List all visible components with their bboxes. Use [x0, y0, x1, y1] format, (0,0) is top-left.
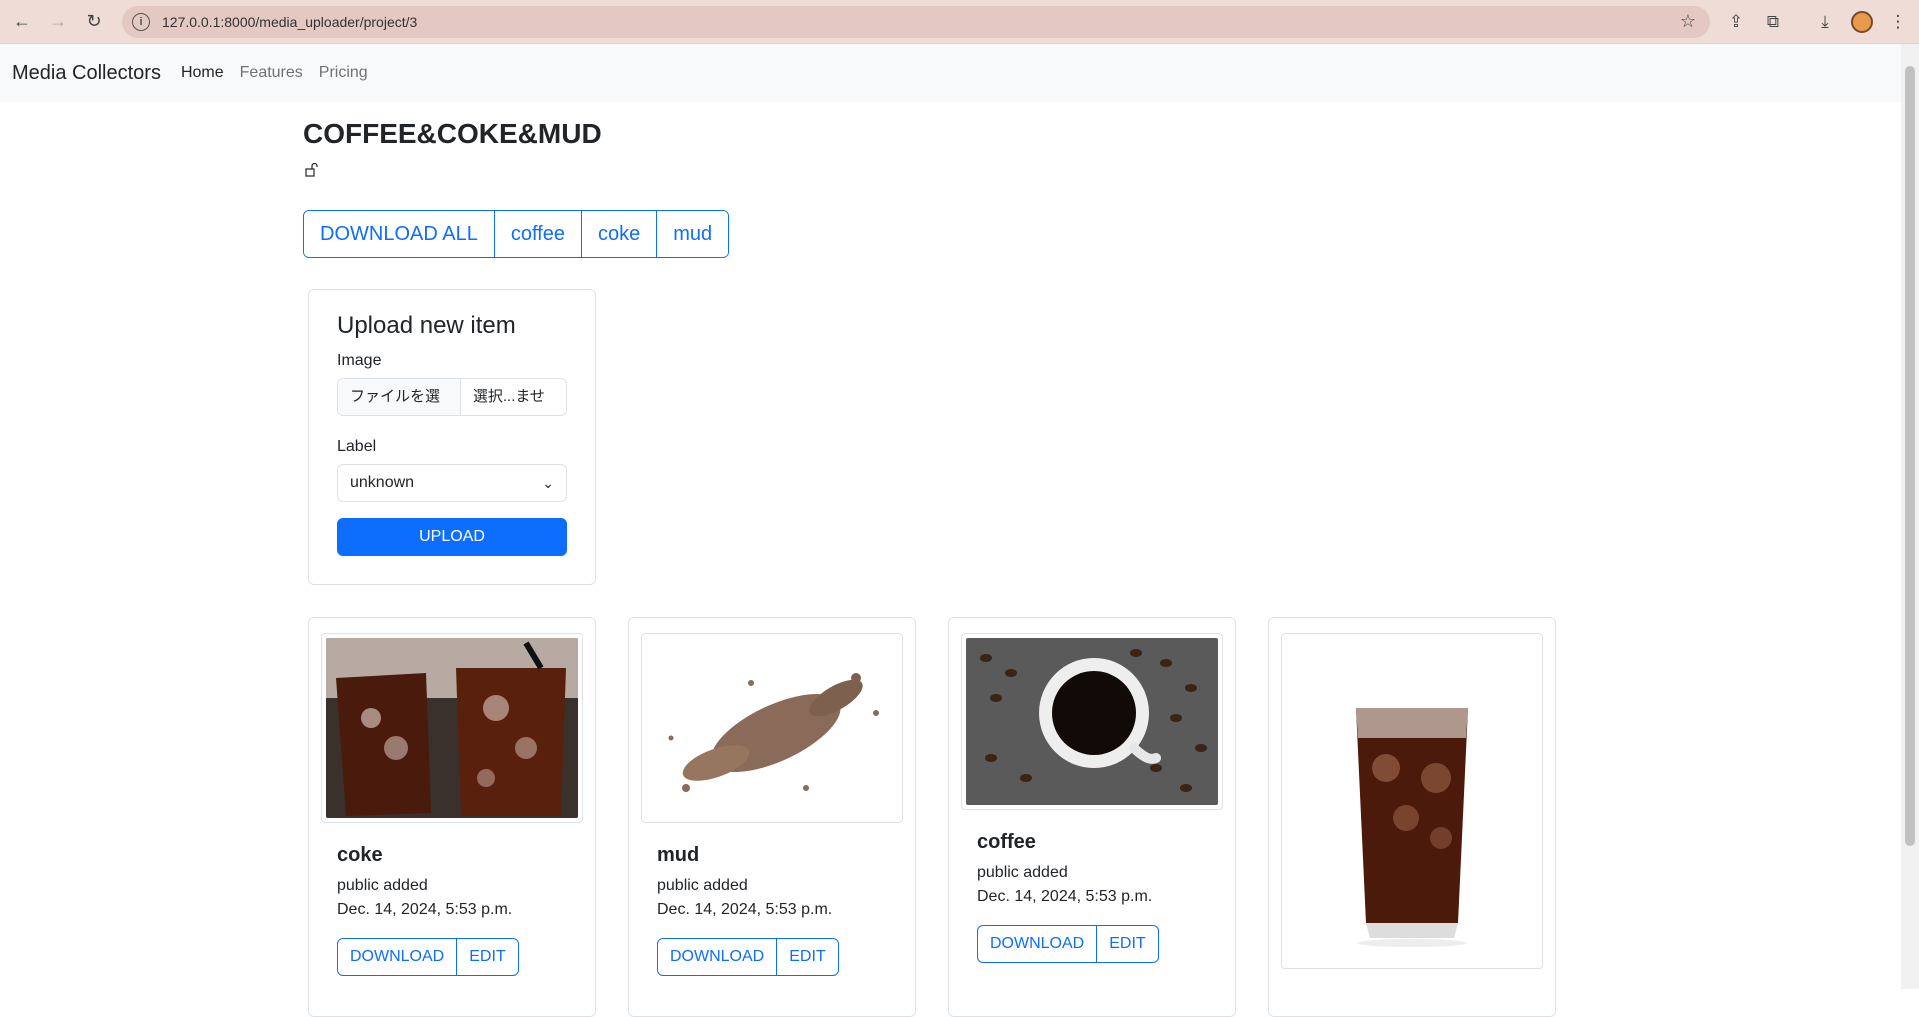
extensions-icon[interactable]: ⧉: [1760, 9, 1786, 35]
item-image[interactable]: [321, 633, 583, 823]
item-image[interactable]: [641, 633, 903, 823]
download-button[interactable]: DOWNLOAD: [658, 939, 778, 975]
item-visibility: public added: [657, 877, 748, 894]
filter-coke-button[interactable]: coke: [581, 211, 658, 257]
item-image[interactable]: [961, 633, 1223, 810]
item-image[interactable]: [1281, 633, 1543, 969]
url-text[interactable]: 127.0.0.1:8000/media_uploader/project/3: [162, 14, 417, 30]
bookmark-star-icon[interactable]: ☆: [1680, 11, 1696, 32]
item-actions: DOWNLOAD EDIT: [337, 938, 519, 976]
edit-button[interactable]: EDIT: [457, 939, 517, 975]
download-button[interactable]: DOWNLOAD: [978, 926, 1098, 962]
page-title: COFFEE&COKE&MUD: [303, 118, 602, 149]
item-date: Dec. 14, 2024, 5:53 p.m.: [337, 901, 513, 918]
download-icon[interactable]: ⤓: [1812, 9, 1838, 35]
file-input[interactable]: ファイルを選択 選択...ません: [337, 378, 567, 416]
coke-glasses-image: [326, 638, 578, 818]
label-select-value: unknown: [350, 474, 415, 491]
nav-features[interactable]: Features: [232, 64, 311, 82]
browser-toolbar: ← → ↻ i 127.0.0.1:8000/media_uploader/pr…: [0, 0, 1919, 44]
item-visibility: public added: [977, 864, 1068, 881]
item-card-mud: mud public added Dec. 14, 2024, 5:53 p.m…: [628, 617, 916, 1017]
iced-cola-glass-image: [1286, 638, 1538, 964]
item-actions: DOWNLOAD EDIT: [977, 925, 1159, 963]
item-actions: DOWNLOAD EDIT: [657, 938, 839, 976]
file-status: 選択...ません: [472, 388, 545, 405]
filter-button-group: DOWNLOAD ALL coffee coke mud: [303, 210, 730, 258]
item-title: mud: [657, 844, 700, 866]
item-title: coke: [337, 844, 383, 866]
download-all-button[interactable]: DOWNLOAD ALL: [304, 211, 495, 257]
reload-icon[interactable]: ↻: [80, 8, 108, 36]
share-icon[interactable]: ⇪: [1723, 9, 1749, 35]
image-label: Image: [337, 352, 382, 369]
upload-card: Upload new item Image ファイルを選択 選択...ません L…: [308, 289, 596, 585]
edit-button[interactable]: EDIT: [777, 939, 837, 975]
nav-links: Home Features Pricing: [173, 64, 376, 82]
nav-pricing[interactable]: Pricing: [311, 64, 376, 82]
forward-icon[interactable]: →: [44, 8, 72, 36]
unlock-icon: [305, 162, 319, 181]
brand[interactable]: Media Collectors: [12, 62, 161, 85]
download-button[interactable]: DOWNLOAD: [338, 939, 458, 975]
avatar: [1851, 11, 1873, 33]
item-card-coke: coke public added Dec. 14, 2024, 5:53 p.…: [308, 617, 596, 1017]
edit-button[interactable]: EDIT: [1097, 926, 1157, 962]
item-date: Dec. 14, 2024, 5:53 p.m.: [657, 901, 833, 918]
scroll-thumb[interactable]: [1905, 66, 1915, 846]
chevron-down-icon: ⌄: [542, 475, 554, 491]
upload-button[interactable]: UPLOAD: [337, 518, 567, 556]
menu-kebab-icon[interactable]: ⋮: [1885, 9, 1911, 35]
item-card-4: [1268, 617, 1556, 1017]
back-icon[interactable]: ←: [8, 8, 36, 36]
mud-splash-image: [646, 638, 898, 818]
nav-home[interactable]: Home: [173, 64, 232, 82]
choose-file-button[interactable]: ファイルを選択: [338, 379, 461, 415]
app-navbar: Media Collectors Home Features Pricing: [0, 44, 1901, 102]
address-bar[interactable]: i 127.0.0.1:8000/media_uploader/project/…: [122, 6, 1710, 38]
site-info-icon[interactable]: i: [132, 13, 150, 31]
label-label: Label: [337, 438, 377, 455]
item-title: coffee: [977, 831, 1036, 853]
upload-title: Upload new item: [337, 312, 516, 339]
profile-avatar[interactable]: [1849, 9, 1875, 35]
filter-mud-button[interactable]: mud: [657, 211, 729, 257]
page-scrollbar[interactable]: [1901, 44, 1919, 989]
item-date: Dec. 14, 2024, 5:53 p.m.: [977, 888, 1153, 905]
coffee-cup-image: [966, 638, 1218, 805]
item-card-coffee: coffee public added Dec. 14, 2024, 5:53 …: [948, 617, 1236, 1017]
item-visibility: public added: [337, 877, 428, 894]
label-select[interactable]: unknown ⌄: [337, 464, 567, 502]
filter-coffee-button[interactable]: coffee: [494, 211, 582, 257]
